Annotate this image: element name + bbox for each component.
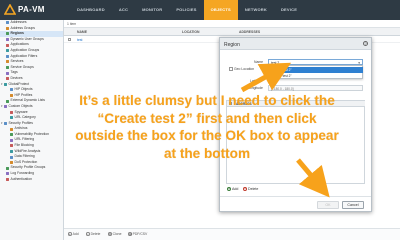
longitude-label: Longitude: [248, 86, 263, 90]
content-toolbar: 1 item: [64, 20, 400, 28]
globe-icon: [4, 82, 7, 86]
top-navigation-bar: PA-VM DASHBOARD ACC MONITOR POLICIES OBJ…: [0, 0, 400, 20]
tab-monitor[interactable]: MONITOR: [135, 0, 169, 20]
antivirus-icon: [10, 127, 13, 131]
region-name-link[interactable]: test: [77, 38, 82, 42]
logo-text: PA-VM: [18, 5, 45, 14]
filter-icon: [6, 54, 9, 58]
sidebar-item[interactable]: Authentication: [0, 177, 63, 183]
hip-profile-icon: [10, 94, 13, 98]
list-icon: [6, 99, 9, 103]
document-icon: ▤: [128, 232, 132, 237]
tab-dashboard[interactable]: DASHBOARD: [70, 0, 112, 20]
clone-button[interactable]: ⧉Clone: [108, 232, 121, 236]
pdf-csv-button[interactable]: ▤PDF/CSV: [128, 232, 147, 236]
minus-icon: −: [86, 232, 90, 237]
data-filtering-icon: [10, 155, 13, 159]
cancel-button[interactable]: Cancel: [342, 201, 364, 209]
spyware-icon: [10, 110, 13, 114]
application-group-icon: [6, 49, 9, 53]
hip-object-icon: [10, 88, 13, 92]
address-icon: [6, 21, 9, 25]
tag-icon: [6, 71, 9, 75]
vulnerability-icon: [10, 133, 13, 137]
log-forwarding-icon: [6, 172, 9, 176]
profile-group-icon: [6, 166, 9, 170]
annotation-line-1: It’s a little clumsy but I need to click…: [79, 93, 335, 108]
tab-device[interactable]: DEVICE: [274, 0, 304, 20]
annotation-line-4: at the bottom: [163, 145, 251, 161]
address-group-icon: [6, 26, 9, 30]
service-group-icon: [6, 66, 9, 70]
add-button[interactable]: + Add: [68, 232, 79, 236]
dialog-delete-button[interactable]: − Delete: [243, 187, 259, 192]
annotation-line-3: outside the box for the OK box to appear: [75, 128, 339, 143]
column-header-location[interactable]: LOCATION: [182, 30, 199, 34]
authentication-icon: [6, 177, 9, 181]
delete-circle-icon: −: [243, 187, 247, 192]
create-option[interactable]: Create "test 2": [269, 73, 363, 79]
dialog-add-label: Add: [232, 187, 239, 191]
url-category-icon: [10, 116, 13, 120]
file-blocking-icon: [10, 144, 13, 148]
help-icon[interactable]: ?: [363, 41, 368, 46]
longitude-input[interactable]: [ -180.0 - 180.0]: [268, 85, 363, 91]
add-circle-icon: +: [227, 187, 231, 192]
url-filtering-icon: [10, 138, 13, 142]
delete-label: Delete: [90, 232, 101, 236]
name-field-label: Name: [254, 60, 264, 64]
tab-acc[interactable]: ACC: [112, 0, 135, 20]
dialog-delete-label: Delete: [248, 187, 259, 191]
custom-object-icon: [4, 105, 7, 109]
dialog-title-bar: Region ?: [220, 38, 371, 50]
row-checkbox[interactable]: [68, 38, 71, 41]
wildfire-icon: [10, 149, 13, 153]
longitude-placeholder: [ -180.0 - 180.0]: [271, 87, 294, 91]
dialog-title: Region: [224, 41, 240, 48]
user-group-icon: [6, 38, 9, 42]
app-logo: PA-VM: [4, 4, 54, 16]
latitude-label: Latitude: [250, 79, 263, 83]
application-icon: [6, 43, 9, 47]
main-nav: DASHBOARD ACC MONITOR POLICIES OBJECTS N…: [70, 0, 304, 20]
pdf-csv-label: PDF/CSV: [132, 232, 148, 236]
dos-icon: [10, 161, 13, 165]
plus-icon: +: [68, 232, 72, 237]
bottom-action-bar: + Add − Delete ⧉Clone ▤PDF/CSV: [64, 228, 400, 240]
region-icon: [6, 32, 9, 36]
dialog-footer: OK Cancel: [220, 196, 371, 211]
instruction-annotation: It’s a little clumsy but I need to click…: [62, 92, 352, 162]
delete-button[interactable]: − Delete: [86, 232, 100, 236]
sidebar-item-label: Authentication: [10, 176, 33, 181]
column-header-name[interactable]: NAME: [77, 30, 87, 34]
add-label: Add: [72, 232, 79, 236]
sidebar: Addresses Address Groups Regions Dynamic Us…: [0, 20, 64, 240]
dialog-add-button[interactable]: + Add: [227, 187, 239, 192]
logo-icon: [4, 4, 16, 15]
clone-icon: ⧉: [108, 232, 112, 237]
item-count: 1 item: [67, 22, 77, 26]
table-header: NAME LOCATION ADDRESSES: [64, 28, 400, 36]
region-dropdown: Create "test 2" Create "test 2": [268, 65, 363, 79]
geo-location-label: Geo Location: [234, 67, 255, 71]
ok-button[interactable]: OK: [317, 201, 339, 209]
device-icon: [6, 77, 9, 81]
service-icon: [6, 60, 9, 64]
clone-label: Clone: [112, 232, 122, 236]
annotation-line-2: “Create test 2” first and then click: [97, 110, 317, 126]
tab-objects[interactable]: OBJECTS: [203, 0, 238, 20]
tab-policies[interactable]: POLICIES: [169, 0, 203, 20]
geo-location-checkbox[interactable]: [229, 67, 233, 71]
tab-network[interactable]: NETWORK: [238, 0, 274, 20]
security-profile-icon: [4, 121, 7, 125]
column-header-addresses[interactable]: ADDRESSES: [239, 30, 260, 34]
